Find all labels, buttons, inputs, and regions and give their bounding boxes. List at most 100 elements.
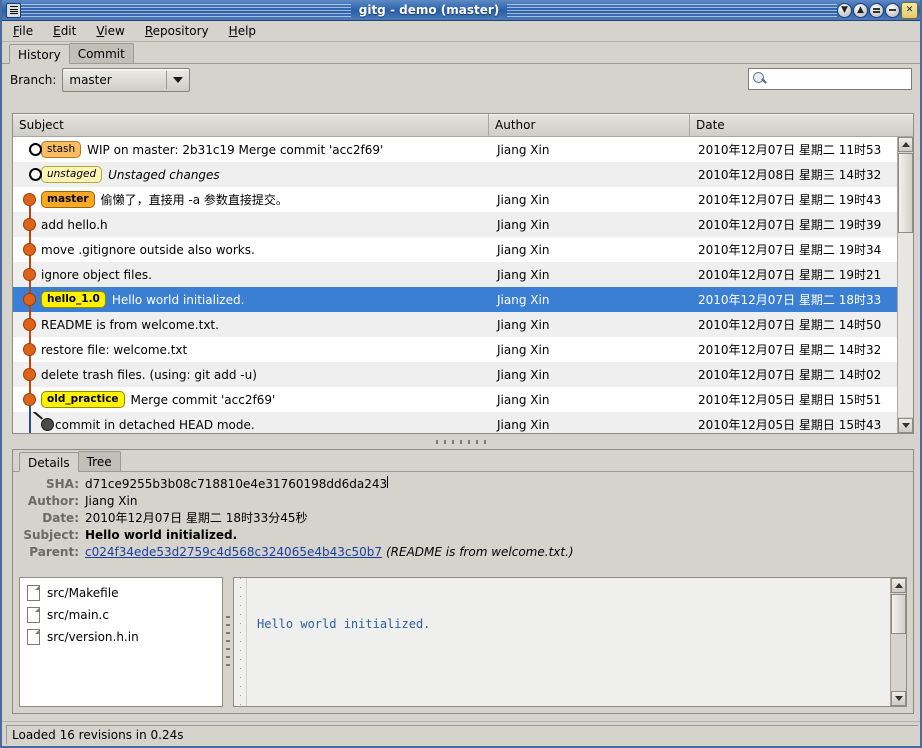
table-row[interactable]: unstaged Unstaged changes 2010年12月08日 星期… (13, 162, 913, 187)
vertical-splitter-grip (226, 616, 230, 668)
commit-node (23, 243, 36, 256)
cell-author: Jiang Xin (497, 417, 550, 432)
table-row[interactable]: move .gitignore outside also works. Jian… (13, 237, 913, 262)
cell-subject: unstaged Unstaged changes (13, 162, 489, 187)
status-message: Loaded 16 revisions in 0.24s (6, 724, 918, 744)
info-value-author: Jiang Xin (85, 494, 138, 508)
ref-badge[interactable]: unstaged (41, 166, 103, 183)
menu-item-file[interactable]: File (10, 23, 36, 39)
titlebar-stripes-left (21, 3, 351, 17)
diff-scrollbar-thumb[interactable] (891, 594, 906, 634)
info-label-subject: Subject: (23, 528, 79, 542)
commit-subject: 偷懒了，直接用 -a 参数直接提交。 (100, 193, 288, 207)
file-icon (27, 629, 40, 645)
cell-date: 2010年12月07日 星期二 19时34 (698, 243, 882, 257)
file-name: src/version.h.in (47, 630, 139, 644)
ref-badge[interactable]: stash (41, 141, 82, 158)
graph-cell (19, 412, 55, 433)
cell-subject: hello_1.0 Hello world initialized. (13, 287, 489, 312)
cell-date: 2010年12月07日 星期二 11时53 (698, 143, 882, 157)
table-row[interactable]: README is from welcome.txt. Jiang Xin 20… (13, 312, 913, 337)
window-controls: ▼ ▲ ✕ (837, 1, 920, 19)
table-row[interactable]: hello_1.0 Hello world initialized. Jiang… (13, 287, 913, 312)
tab-tree[interactable]: Tree (77, 451, 121, 471)
table-row[interactable]: restore file: welcome.txt Jiang Xin 2010… (13, 337, 913, 362)
table-row[interactable]: old_practice Merge commit 'acc2f69' Jian… (13, 387, 913, 412)
table-row[interactable]: add hello.h Jiang Xin 2010年12月07日 星期二 19… (13, 212, 913, 237)
info-value-sha[interactable]: d71ce9255b3b08c718810e4e31760198dd6da243 (85, 476, 387, 493)
menu-item-view[interactable]: View (93, 23, 127, 39)
branch-bar: Branch: master (2, 64, 920, 96)
shade-up-icon[interactable]: ▲ (853, 2, 868, 18)
diff-scrollbar[interactable] (890, 578, 906, 706)
search-box[interactable] (748, 68, 912, 90)
cell-author: Jiang Xin (497, 217, 550, 232)
diff-text[interactable]: Hello world initialized. Signed-off-by: … (247, 578, 890, 706)
menu-item-help[interactable]: Help (226, 23, 259, 39)
cell-date: 2010年12月07日 星期二 18时33 (698, 293, 882, 307)
menu-item-edit[interactable]: Edit (50, 23, 79, 39)
diff-scroll-down-button[interactable] (891, 691, 906, 706)
info-label-date: Date: (42, 511, 79, 525)
commit-subject: WIP on master: 2b31c19 Merge commit 'acc… (87, 142, 384, 157)
commit-list: Subject Author Date 小牛知识库 (12, 113, 914, 434)
table-row[interactable]: ignore object files. Jiang Xin 2010年12月0… (13, 262, 913, 287)
list-item[interactable]: src/version.h.in (20, 626, 222, 648)
menu-item-repository[interactable]: Repository (142, 23, 212, 39)
info-value-subject: Hello world initialized. (85, 528, 238, 542)
commit-list-header: Subject Author Date (13, 114, 913, 137)
ref-badge[interactable]: master (41, 191, 95, 208)
status-bar: Loaded 16 revisions in 0.24s (2, 721, 920, 746)
commit-subject: add hello.h (41, 217, 108, 232)
search-input[interactable] (757, 70, 911, 88)
diff-line-message: Hello world initialized. (257, 617, 431, 631)
ref-badge[interactable]: old_practice (41, 391, 125, 408)
commit-subject: Unstaged changes (108, 167, 220, 182)
close-icon[interactable]: ✕ (901, 1, 918, 19)
vertical-splitter[interactable] (223, 577, 233, 707)
graph-cell (19, 187, 41, 212)
file-icon (27, 607, 40, 623)
main-tabs: History Commit (2, 42, 920, 64)
commit-info: SHA: d71ce9255b3b08c718810e4e31760198dd6… (13, 472, 913, 563)
table-row[interactable]: commit in detached HEAD mode. Jiang Xin … (13, 412, 913, 433)
cell-subject: README is from welcome.txt. (13, 312, 489, 337)
parent-subject: (README is from welcome.txt.) (386, 545, 574, 559)
parent-sha-link[interactable]: c024f34ede53d2759c4d568c324065e4b43c50b7 (85, 544, 382, 561)
cell-author: Jiang Xin (497, 317, 550, 332)
list-item[interactable]: src/Makefile (20, 582, 222, 604)
info-label-parent: Parent: (29, 545, 79, 559)
cell-date: 2010年12月07日 星期二 19时39 (698, 218, 882, 232)
cell-date: 2010年12月07日 星期二 14时32 (698, 343, 882, 357)
tab-history[interactable]: History (9, 44, 70, 64)
minimize-icon[interactable] (885, 2, 900, 18)
cell-date: 2010年12月07日 星期二 14时02 (698, 368, 882, 382)
column-header-date[interactable]: Date (690, 114, 913, 137)
search-icon (752, 71, 764, 87)
commit-subject: Merge commit 'acc2f69' (130, 392, 276, 407)
diff-scroll-up-button[interactable] (891, 578, 906, 593)
branch-combo[interactable]: master (62, 68, 191, 92)
tab-details[interactable]: Details (19, 452, 79, 472)
changed-files-list[interactable]: src/Makefile src/main.c src/version.h.in (19, 577, 223, 707)
table-row[interactable]: master 偷懒了，直接用 -a 参数直接提交。 Jiang Xin 2010… (13, 187, 913, 212)
tab-commit[interactable]: Commit (68, 43, 134, 63)
window-menu-icon[interactable] (6, 2, 21, 18)
list-item[interactable]: src/main.c (20, 604, 222, 626)
shade-down-icon[interactable]: ▼ (837, 2, 852, 18)
graph-cell (19, 287, 41, 312)
horizontal-splitter[interactable] (2, 435, 920, 449)
table-row[interactable]: delete trash files. (using: git add -u) … (13, 362, 913, 387)
ref-badge[interactable]: hello_1.0 (41, 291, 106, 308)
table-row[interactable]: stash WIP on master: 2b31c19 Merge commi… (13, 137, 913, 162)
titlebar-stripes-right (507, 3, 837, 17)
column-header-subject[interactable]: Subject (13, 114, 489, 137)
commit-node (23, 393, 36, 406)
cell-date: 2010年12月05日 星期日 15时51 (698, 393, 882, 407)
commit-subject: ignore object files. (41, 267, 152, 282)
commit-rows: 小牛知识库 XIAO NIU ZHI SHI KU stash WIP on m… (13, 137, 913, 433)
maximize-icon[interactable] (869, 2, 884, 18)
cell-author: Jiang Xin (497, 392, 550, 407)
column-header-author[interactable]: Author (489, 114, 690, 137)
menu-bar: File Edit View Repository Help (2, 21, 920, 42)
